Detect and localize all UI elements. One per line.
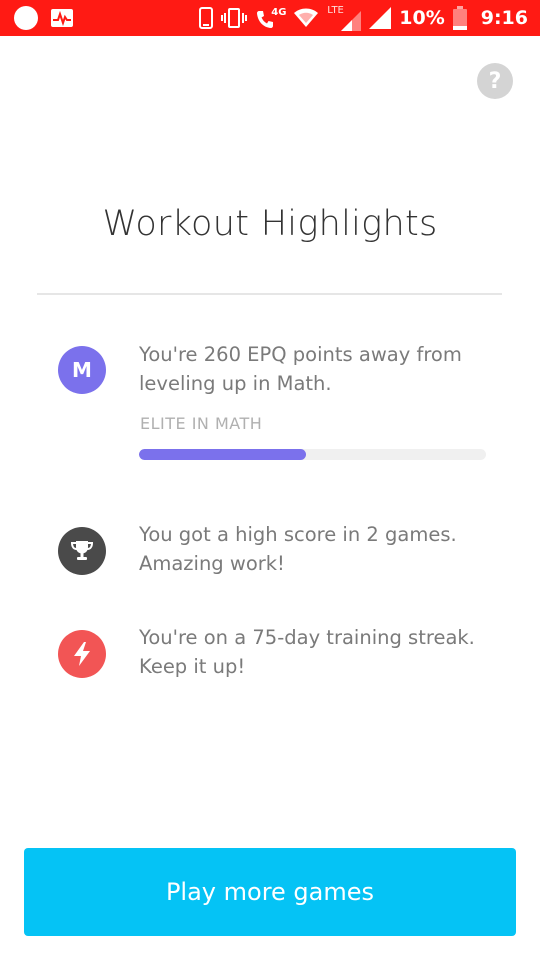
trophy-icon <box>58 527 106 575</box>
status-system-icons: 4G LTE 10% 9:16 <box>199 0 528 36</box>
page-title: Workout Highlights <box>102 204 438 244</box>
highlight-score-text: You got a high score in 2 games. Amazing… <box>139 523 457 575</box>
phone-icon <box>199 7 214 29</box>
highlight-math-text: You're 260 EPQ points away from leveling… <box>139 343 462 395</box>
status-bar: 4G LTE 10% 9:16 <box>0 0 540 36</box>
clock: 9:16 <box>480 7 528 29</box>
trophy-glyph <box>70 541 94 560</box>
math-progress-fill <box>139 449 306 460</box>
signal-strength-icon <box>341 11 362 31</box>
activity-monitor-icon <box>51 9 73 27</box>
lightning-icon <box>58 630 106 678</box>
signal-strength-2-icon <box>369 7 392 29</box>
title-divider <box>37 293 502 295</box>
highlight-streak-text: You're on a 75-day training streak. Keep… <box>139 626 475 678</box>
lte-signal: LTE <box>327 5 362 31</box>
lightning-glyph <box>74 642 90 666</box>
wifi-icon <box>294 8 319 27</box>
help-icon: ? <box>488 68 502 94</box>
math-badge-letter: M <box>72 358 92 382</box>
help-button[interactable]: ? <box>477 63 513 99</box>
notification-dot-icon <box>14 6 38 30</box>
network-type-label: 4G <box>271 7 287 18</box>
status-notifications <box>14 6 74 30</box>
volte-call-indicator: 4G <box>255 6 287 30</box>
math-progress-bar <box>139 449 486 460</box>
battery-low-icon <box>452 6 467 30</box>
level-label: ELITE IN MATH <box>140 414 263 433</box>
vibrate-icon <box>221 8 248 28</box>
math-badge-icon: M <box>58 346 106 394</box>
battery-percent: 10% <box>399 7 445 29</box>
play-more-games-button[interactable]: Play more games <box>24 848 516 936</box>
